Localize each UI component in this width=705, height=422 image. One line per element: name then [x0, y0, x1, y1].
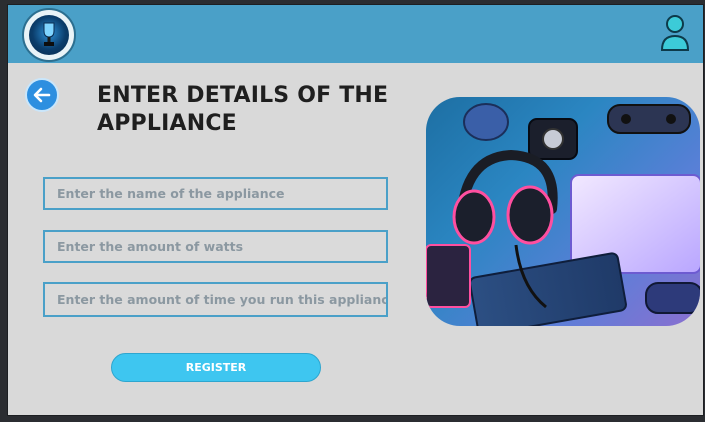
watts-input[interactable]	[43, 230, 388, 263]
usage-time-input[interactable]	[43, 282, 388, 317]
register-button[interactable]: REGISTER	[111, 353, 321, 382]
appliance-name-input[interactable]	[43, 177, 388, 210]
back-button[interactable]	[25, 78, 59, 112]
arrow-left-icon	[33, 87, 51, 103]
page-title: ENTER DETAILS OF THE APPLIANCE	[97, 82, 397, 138]
logo-emblem-inner	[29, 15, 69, 55]
app-window: ENTER DETAILS OF THE APPLIANCE REGISTER	[7, 4, 704, 416]
user-profile-icon[interactable]	[659, 13, 691, 53]
page-title-line1: ENTER DETAILS OF THE	[97, 83, 389, 108]
logo-emblem	[22, 8, 76, 62]
appliances-photo	[426, 97, 700, 326]
trophy-icon	[43, 22, 55, 46]
page-title-line2: APPLIANCE	[97, 111, 237, 136]
top-header-bar	[8, 5, 703, 63]
